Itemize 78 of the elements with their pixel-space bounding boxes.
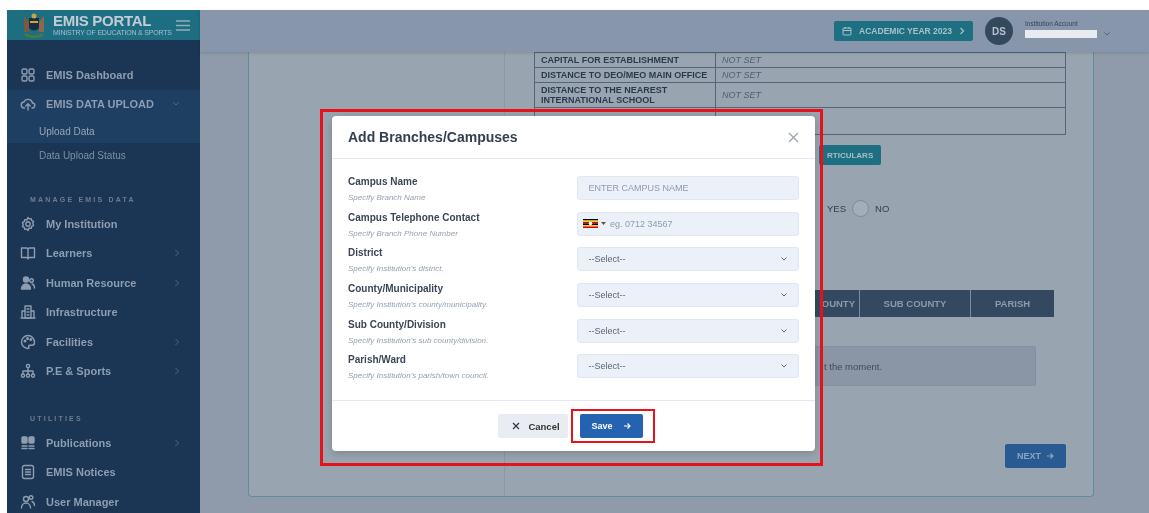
table-cell: NOT SET [715,82,1066,108]
submenu-item[interactable]: Upload Data [7,119,200,143]
field-label: Parish/Ward [348,354,407,366]
close-icon [512,422,521,431]
dashboard-icon [20,66,36,83]
palette-icon [20,333,36,350]
caret-icon [601,221,606,225]
building-icon [20,304,36,321]
radio-button[interactable] [852,200,869,217]
next-button[interactable]: NEXT [1005,444,1066,468]
publications-icon [20,434,36,451]
cancel-button[interactable]: Cancel [498,414,568,439]
modal-title: Add Branches/Campuses [348,129,518,145]
chevron-right-icon [959,27,965,35]
people-icon [20,274,36,291]
field-hint: Specify Branch Name [348,193,427,202]
table-cell: NOT SET [715,52,1066,68]
sidebar-item[interactable]: EMIS Notices [7,457,200,487]
field-label: Sub County/Division [348,318,447,330]
field-label: County/Municipality [348,283,444,295]
radio-label: NO [875,203,890,214]
select-field[interactable]: --Select-- [577,318,799,343]
select-field[interactable]: --Select-- [577,247,799,272]
column-header: SUB COUNTY [860,290,971,317]
sidebar-item[interactable]: My Institution [7,209,200,239]
sidebar-item[interactable]: EMIS Dashboard [7,60,200,90]
arrow-right-icon [622,422,631,431]
select-field[interactable]: --Select-- [577,354,799,379]
field-hint: Specify Institution's parish/town council. [348,371,490,381]
campus-name-field[interactable]: ENTER CAMPUS NAME [577,176,799,200]
submenu-item[interactable]: Data Upload Status [7,143,200,167]
field-label: Campus Telephone Contact [348,211,481,223]
table-cell: DISTANCE TO DEO/MEO MAIN OFFICE [534,67,716,83]
field-hint: Specify Branch Phone Number [348,228,459,238]
calendar-icon [842,26,853,36]
table-cell: DISTANCE TO THE NEAREST INTERNATIONAL SCHOOL [534,82,716,108]
table-cell: NOT SET [715,67,1066,83]
field-hint: Specify Institution's sub county/division. [348,335,490,345]
chevron-down-icon [780,327,788,334]
sidebar-item[interactable]: P.E & Sports [7,356,200,386]
field-hint: Specify Institution's district. [348,264,445,274]
sidebar-item[interactable]: Publications [7,428,200,458]
cloud-upload-icon [20,96,36,113]
book-icon [20,245,36,262]
gear-icon [20,215,36,232]
table-cell: CAPITAL FOR ESTABLISHMENT [534,52,716,68]
field-label: District [348,247,384,259]
user-avatar[interactable]: DS [985,17,1013,45]
sidebar-item[interactable]: Facilities [7,327,200,357]
flag-icon [583,218,598,228]
arrow-right-icon [1046,452,1054,460]
radio-label: YES [827,203,846,214]
users-icon [20,493,36,510]
hierarchy-icon [20,363,36,380]
sidebar-item[interactable]: Human Resource [7,268,200,298]
close-button[interactable] [788,131,799,143]
chevron-down-icon [780,363,788,370]
sidebar-item[interactable]: Infrastructure [7,297,200,327]
particulars-button[interactable]: RTICULARS [819,145,882,165]
sidebar-item[interactable]: EMIS DATA UPLOAD [7,89,200,119]
portal-title: EMIS PORTAL [53,13,153,29]
academic-year-button[interactable]: ACADEMIC YEAR 2023 [834,21,973,41]
sidebar-item[interactable]: User Manager [7,487,200,513]
chevron-down-icon [1103,31,1111,37]
close-icon [788,131,799,143]
chevron-down-icon [780,256,788,263]
menu-button[interactable] [176,19,190,31]
phone-field[interactable]: eg. 0712 34567 [577,211,799,236]
field-hint: Specify Institution's county/municipality. [348,300,489,310]
document-icon [20,464,36,481]
column-header: PARISH [971,290,1054,317]
select-field[interactable]: --Select-- [577,283,799,308]
chevron-down-icon [780,292,788,299]
menu-icon [176,19,190,31]
save-button[interactable]: Save [579,414,643,439]
sidebar-item[interactable]: Learners [7,238,200,268]
redacted-name [1025,30,1097,38]
field-label: Campus Name [348,176,419,187]
